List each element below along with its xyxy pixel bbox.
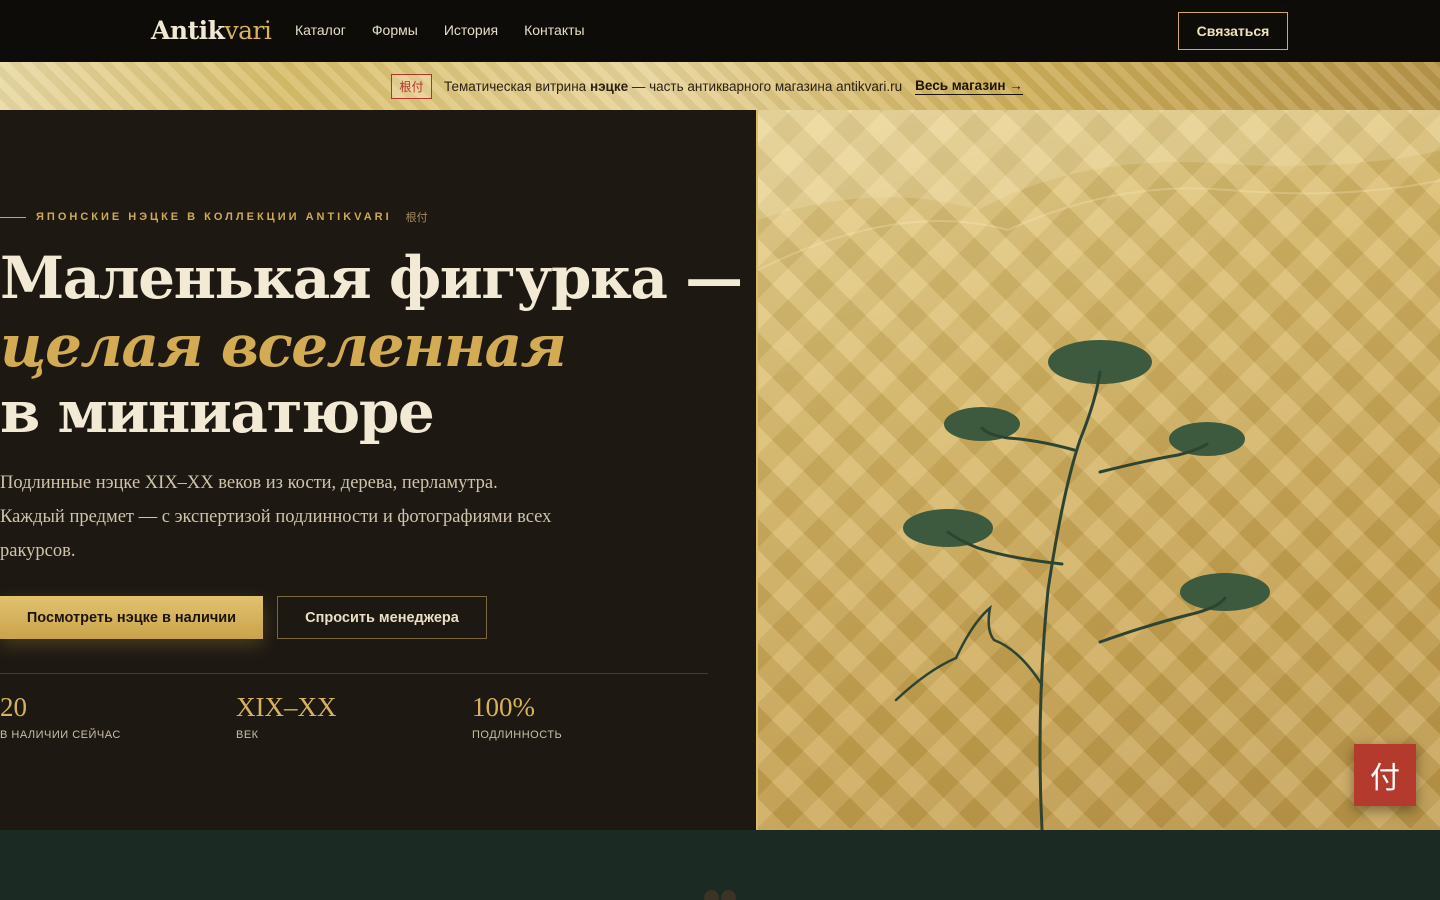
stat-authenticity: 100% ПОДЛИННОСТЬ [472,692,562,741]
leaf [1169,422,1245,456]
leaves [903,340,1270,611]
stat-value: 100% [472,692,535,722]
logo-main: Antik [151,16,225,45]
hero-illustration-panel [756,110,1440,830]
stat-value: 20 [0,692,27,722]
next-section [0,830,1440,900]
nav-links: Каталог Формы История Контакты [295,22,585,38]
logo-accent: vari [224,16,272,45]
hill-shape [758,110,1440,220]
view-netsuke-button[interactable]: Посмотреть нэцке в наличии [0,596,263,639]
banner-content: 根付 Тематическая витрина нэцке — часть ан… [391,74,1023,99]
all-shop-link[interactable]: Весь магазин → [915,78,1023,95]
stat-label: В НАЛИЧИИ СЕЙЧАС [0,729,121,741]
netsuke-kanji-badge: 根付 [391,74,432,99]
stat-century: XIX–XX ВЕК [236,692,337,741]
stat-value: XIX–XX [236,692,337,722]
nav-link-contacts[interactable]: Контакты [524,22,584,38]
stat-in-stock: 20 В НАЛИЧИИ СЕЙЧАС [0,692,121,741]
banner-text-post: — часть антикварного магазина antikvari.… [628,79,903,94]
plant-illustration [758,110,1440,830]
hero-title-line-3: в миниатюре [0,378,435,446]
nav-link-forms[interactable]: Формы [372,22,418,38]
nav-link-history[interactable]: История [444,22,498,38]
hero-divider [0,673,708,674]
leaf [944,407,1020,441]
banner-text-bold: нэцке [589,79,629,94]
kanji-seal-button[interactable]: 付 [1354,744,1416,806]
eyebrow-kanji: 根付 [405,212,428,224]
nav-link-catalog[interactable]: Каталог [295,22,346,38]
hero-title-line-2: целая вселенная [0,312,567,380]
logo[interactable]: Antikvari [151,16,272,45]
quote-mark-icon [704,890,736,900]
contact-button[interactable]: Связаться [1178,12,1288,50]
banner-text-pre: Тематическая витрина [444,79,590,94]
leaf [1180,573,1270,611]
stem-branch [894,604,1044,702]
ask-manager-button[interactable]: Спросить менеджера [277,596,487,639]
hero-lead: Подлинные нэцке XIX–XX веков из кости, д… [0,473,552,561]
main-stem [1038,370,1102,830]
promo-banner: 根付 Тематическая витрина нэцке — часть ан… [0,62,1440,110]
eyebrow-line [0,216,26,218]
stat-label: ВЕК [236,729,259,741]
stat-label: ПОДЛИННОСТЬ [472,729,563,741]
eyebrow-text: ЯПОНСКИЕ НЭЦКЕ В КОЛЛЕКЦИИ ANTIKVARI [36,211,392,223]
hero-eyebrow: ЯПОНСКИЕ НЭЦКЕ В КОЛЛЕКЦИИ ANTIKVARI 根付 [0,209,428,225]
hero-title-line-1: Маленькая фигурка — [0,244,743,312]
banner-text: Тематическая витрина нэцке — часть антик… [444,79,902,94]
leaf [903,509,993,547]
top-nav: Antikvari Каталог Формы История Контакты… [0,0,1440,62]
